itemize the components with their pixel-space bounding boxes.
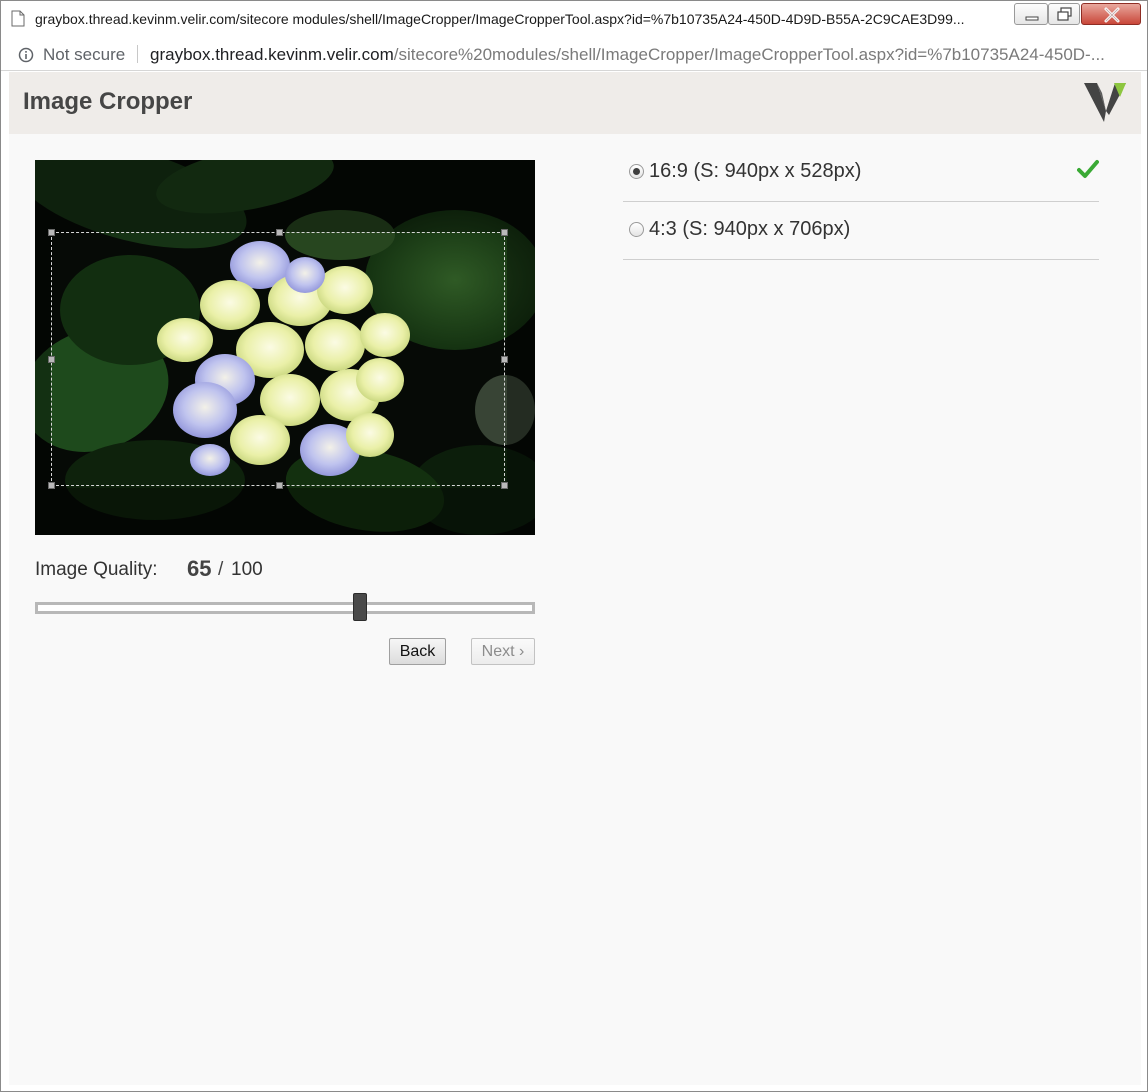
back-button[interactable]: Back (389, 638, 446, 665)
address-bar[interactable]: Not secure graybox.thread.kevinm.velir.c… (1, 37, 1147, 71)
maximize-button[interactable] (1048, 3, 1080, 25)
url-text[interactable]: graybox.thread.kevinm.velir.com/sitecore… (150, 45, 1132, 65)
restore-icon (1057, 7, 1072, 21)
image-quality-label: Image Quality: (35, 559, 158, 580)
aspect-ratio-list: 16:9 (S: 940px x 528px) 4:3 (S: 940px x … (623, 144, 1099, 260)
info-icon[interactable] (18, 47, 34, 63)
minimize-icon (1025, 16, 1039, 21)
velir-v-logo-icon (1084, 83, 1126, 122)
close-button[interactable] (1081, 3, 1141, 25)
address-separator (137, 45, 138, 63)
page-content: Image Cropper Image Quality: 65 / 100 Ba… (9, 72, 1141, 1085)
url-path: /sitecore%20modules/shell/ImageCropper/I… (393, 45, 1105, 64)
crop-selection[interactable] (48, 229, 508, 489)
ratio-item-16-9[interactable]: 16:9 (S: 940px x 528px) (623, 144, 1099, 202)
security-status[interactable]: Not secure (43, 45, 125, 65)
image-preview[interactable] (35, 160, 535, 535)
image-quality-separator: / (218, 559, 224, 580)
ratio-item-4-3[interactable]: 4:3 (S: 940px x 706px) (623, 202, 1099, 260)
page-title: Image Cropper (23, 88, 193, 115)
checkmark-icon (1077, 160, 1099, 178)
next-button[interactable]: Next › (471, 638, 535, 665)
close-icon (1104, 7, 1120, 23)
crop-handle-se[interactable] (501, 482, 508, 489)
crop-handle-ne[interactable] (501, 229, 508, 236)
window-titlebar[interactable]: graybox.thread.kevinm.velir.com/sitecore… (1, 1, 1147, 37)
ratio-radio-4-3[interactable] (629, 222, 644, 237)
app-header: Image Cropper (9, 72, 1141, 134)
crop-handle-nw[interactable] (48, 229, 55, 236)
page-icon (11, 10, 25, 27)
image-quality-max: 100 (231, 559, 263, 580)
image-quality-value: 65 (187, 556, 212, 581)
window-title: graybox.thread.kevinm.velir.com/sitecore… (35, 11, 965, 27)
browser-popup-window: graybox.thread.kevinm.velir.com/sitecore… (0, 0, 1148, 1092)
ratio-radio-16-9[interactable] (629, 164, 644, 179)
ratio-label[interactable]: 4:3 (S: 940px x 706px) (649, 218, 850, 241)
url-host: graybox.thread.kevinm.velir.com (150, 45, 394, 64)
image-quality-slider[interactable] (35, 602, 535, 614)
image-quality-slider-thumb[interactable] (353, 593, 367, 621)
ratio-label[interactable]: 16:9 (S: 940px x 528px) (649, 160, 861, 183)
crop-handle-s[interactable] (276, 482, 283, 489)
crop-handle-sw[interactable] (48, 482, 55, 489)
crop-handle-w[interactable] (48, 356, 55, 363)
crop-handle-e[interactable] (501, 356, 508, 363)
minimize-button[interactable] (1014, 3, 1048, 25)
crop-handle-n[interactable] (276, 229, 283, 236)
